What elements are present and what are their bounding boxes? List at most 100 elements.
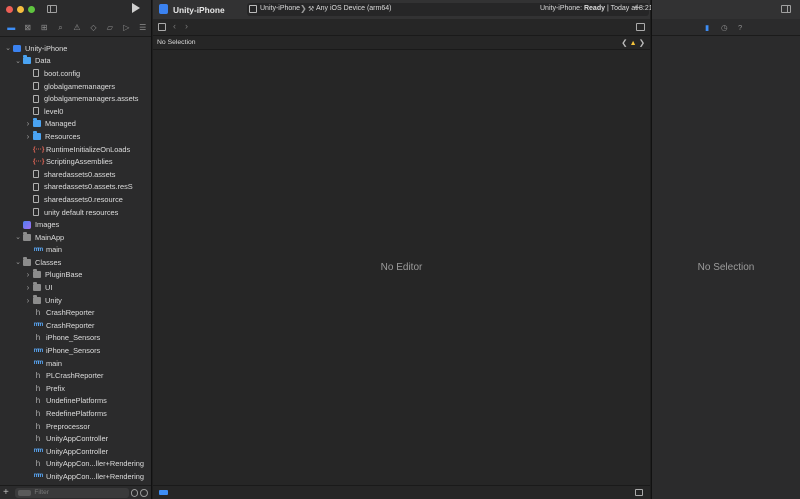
minimize-window-button[interactable] (17, 6, 24, 13)
report-icon[interactable]: ☰ (135, 21, 151, 35)
chevron-down-icon[interactable]: ⌄ (14, 233, 22, 241)
debug-icon[interactable]: ▱ (102, 21, 118, 35)
folder-icon[interactable]: ▬ (3, 21, 19, 35)
debug-area-icon[interactable] (159, 490, 168, 495)
close-window-button[interactable] (6, 6, 13, 13)
destination-selector[interactable]: Any iOS Device (arm64) (316, 5, 391, 12)
tree-row[interactable]: › Unity (0, 294, 151, 307)
tree-row[interactable]: › Managed (0, 118, 151, 131)
tree-row[interactable]: h Prefix (0, 382, 151, 395)
history-inspector-icon[interactable]: ◷ (721, 23, 728, 32)
tree-row[interactable]: ⌄ Unity-iPhone (0, 42, 151, 55)
tree-row-label: UnityAppController (46, 446, 109, 456)
forward-arrow-icon[interactable]: › (185, 21, 188, 31)
next-issue-button[interactable]: ❯ (639, 38, 645, 47)
test-icon[interactable]: ◇ (85, 21, 101, 35)
chevron-down-icon[interactable]: ⌄ (4, 44, 12, 52)
source-control-filter-icon[interactable] (140, 488, 148, 497)
file-icon (33, 94, 39, 103)
previous-issue-button[interactable]: ❮ (621, 38, 627, 47)
tree-row-label: CrashReporter (46, 308, 95, 318)
tree-row[interactable]: ᵐᵐ CrashReporter (0, 319, 151, 332)
tree-row[interactable]: › UI (0, 281, 151, 294)
tree-row[interactable]: globalgamemanagers (0, 80, 151, 93)
no-editor-placeholder: No Editor (380, 262, 423, 273)
console-toggle-icon[interactable] (635, 489, 643, 496)
related-items-icon[interactable] (158, 23, 166, 31)
tree-row[interactable]: h CrashReporter (0, 306, 151, 319)
tree-row[interactable]: globalgamemanagers.assets (0, 92, 151, 105)
tree-row[interactable]: ᵐᵐ UnityAppCon...ller+Rendering (0, 470, 151, 483)
filter-input[interactable]: Filter (15, 487, 129, 498)
path-bar: No Selection ❮ ▲ ❯ (153, 36, 650, 50)
tree-row[interactable]: ᵐᵐ UnityAppController (0, 445, 151, 458)
split-editor-icon[interactable] (636, 23, 645, 31)
scheme-icon[interactable] (249, 5, 257, 13)
file-inspector-icon[interactable]: ▮ (705, 23, 709, 32)
tree-row-label: Managed (45, 119, 76, 129)
filter-options-icon[interactable] (18, 489, 32, 496)
back-arrow-icon[interactable]: ‹ (173, 21, 176, 31)
folder-icon (33, 130, 41, 140)
group-folder-icon (23, 231, 31, 241)
library-add-button[interactable]: + (634, 2, 640, 14)
tree-row[interactable]: boot.config (0, 67, 151, 80)
chevron-right-icon[interactable]: › (24, 132, 32, 141)
add-file-button[interactable]: + (3, 487, 12, 498)
chevron-right-icon: ❯ (300, 4, 307, 13)
tree-row[interactable]: h UndefinePlatforms (0, 395, 151, 408)
help-inspector-icon[interactable]: ? (738, 23, 742, 32)
run-button[interactable] (132, 3, 140, 13)
tree-row[interactable]: h iPhone_Sensors (0, 332, 151, 345)
tree-row[interactable]: h UnityAppController (0, 432, 151, 445)
tree-row[interactable]: ᵐᵐ main (0, 357, 151, 370)
chevron-down-icon[interactable]: ⌄ (14, 57, 22, 65)
header-file-icon: h (35, 459, 41, 469)
tree-row[interactable]: h UnityAppCon...ller+Rendering (0, 458, 151, 471)
source-control-icon[interactable]: ⊠ (19, 21, 35, 35)
tree-row-label: UnityAppCon...ller+Rendering (46, 459, 144, 469)
tree-row[interactable]: ⌄ Classes (0, 256, 151, 269)
breakpoint-icon[interactable]: ▷ (118, 21, 134, 35)
tree-row[interactable]: sharedassets0.resource (0, 193, 151, 206)
tree-row[interactable]: ᵐᵐ main (0, 244, 151, 257)
tree-row-label: sharedassets0.resource (44, 194, 123, 204)
tree-row[interactable]: ⌄ Data (0, 55, 151, 68)
file-icon (33, 69, 39, 78)
recent-files-icon[interactable] (130, 488, 139, 497)
zoom-window-button[interactable] (28, 6, 35, 13)
chevron-right-icon[interactable]: › (24, 296, 32, 305)
tree-row[interactable]: sharedassets0.assets.resS (0, 181, 151, 194)
tree-row[interactable]: h RedefinePlatforms (0, 407, 151, 420)
tree-row[interactable]: h Preprocessor (0, 420, 151, 433)
inspector-toggle-icon[interactable] (781, 5, 791, 13)
tree-row[interactable]: {···} RuntimeInitializeOnLoads (0, 143, 151, 156)
chevron-down-icon[interactable]: ⌄ (14, 258, 22, 266)
tree-row[interactable]: › PluginBase (0, 269, 151, 282)
header-file-icon: h (35, 396, 41, 406)
tree-row[interactable]: h PLCrashReporter (0, 369, 151, 382)
chevron-right-icon[interactable]: › (24, 283, 32, 292)
tree-row[interactable]: Images (0, 218, 151, 231)
group-folder-icon (23, 256, 31, 266)
tree-row[interactable]: ⌄ MainApp (0, 231, 151, 244)
tree-row[interactable]: level0 (0, 105, 151, 118)
tree-row-label: sharedassets0.assets.resS (44, 182, 133, 192)
tree-row[interactable]: {···} ScriptingAssemblies (0, 155, 151, 168)
symbol-icon[interactable]: ⊞ (36, 21, 52, 35)
issue-icon[interactable]: ⚠ (69, 21, 85, 35)
scheme-selector[interactable]: Unity-iPhone (260, 5, 300, 12)
chevron-right-icon[interactable]: › (24, 270, 32, 279)
search-icon[interactable]: ⌕ (52, 21, 68, 35)
tree-row-label: Images (35, 220, 60, 230)
tree-row-label: UnityAppCon...ller+Rendering (46, 471, 144, 481)
tree-row[interactable]: unity default resources (0, 206, 151, 219)
sidebar-toggle-icon[interactable] (47, 5, 57, 13)
tree-row[interactable]: sharedassets0.assets (0, 168, 151, 181)
chevron-right-icon[interactable]: › (24, 119, 32, 128)
tree-row[interactable]: ᵐᵐ iPhone_Sensors (0, 344, 151, 357)
group-folder-icon (33, 294, 41, 304)
tree-row-label: globalgamemanagers.assets (44, 94, 139, 104)
path-label[interactable]: No Selection (157, 39, 196, 46)
tree-row[interactable]: › Resources (0, 130, 151, 143)
